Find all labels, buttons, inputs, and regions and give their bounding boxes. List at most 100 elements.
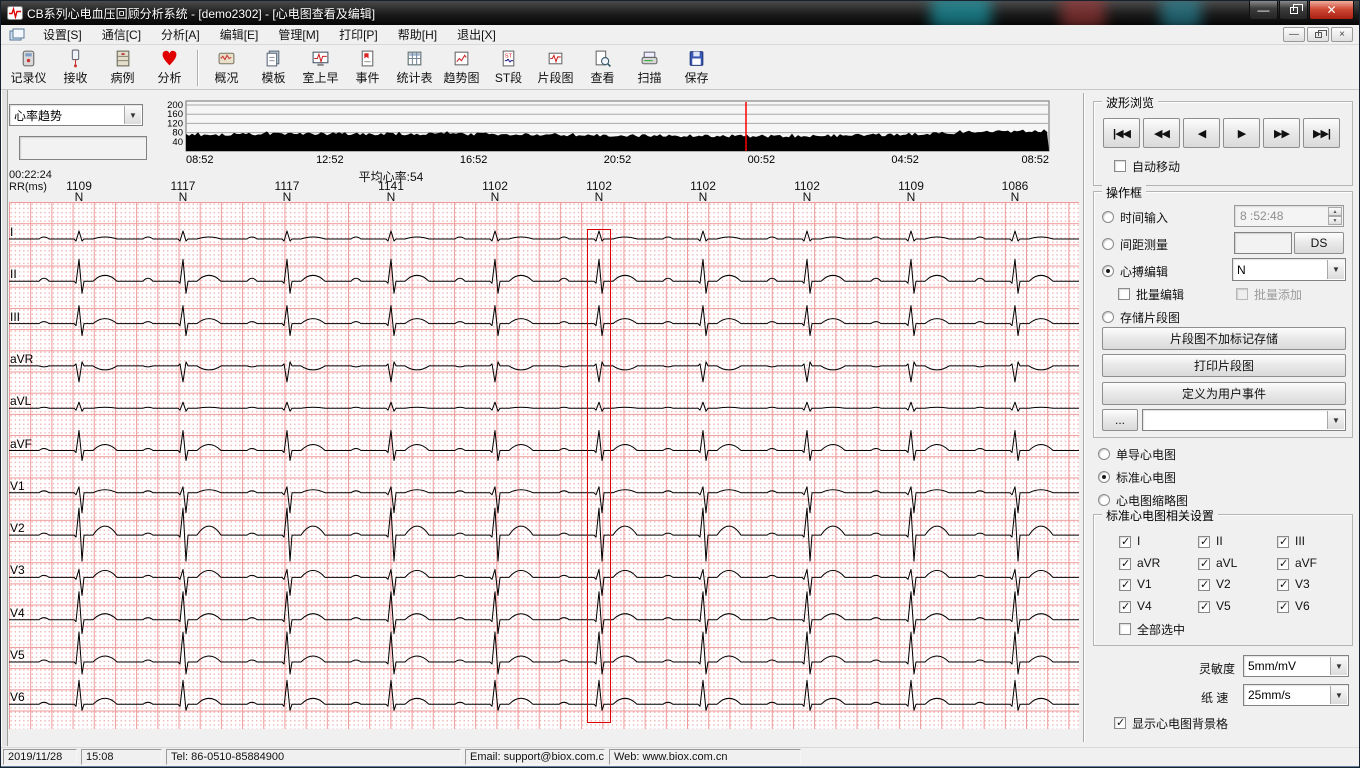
- toolbar-button-扫描[interactable]: 扫描: [626, 48, 673, 88]
- minimize-button[interactable]: —: [1249, 1, 1278, 20]
- chevron-down-icon[interactable]: ▼: [124, 106, 141, 124]
- toolbar-button-片段图[interactable]: 片段图: [532, 48, 579, 88]
- paper-speed-select[interactable]: 25mm/s ▼: [1243, 684, 1349, 706]
- ds-button[interactable]: DS: [1294, 232, 1344, 254]
- menu-item-1[interactable]: 设置[S]: [33, 24, 92, 45]
- chevron-down-icon[interactable]: ▼: [1330, 686, 1347, 704]
- standard-ecg-radio[interactable]: [1098, 471, 1110, 483]
- lead-checkbox-aVL[interactable]: [1198, 558, 1210, 570]
- mdi-close-button[interactable]: ×: [1331, 27, 1353, 42]
- save-segment-nomark-button[interactable]: 片段图不加标记存储: [1102, 327, 1346, 350]
- lead-label-I: I: [10, 225, 13, 239]
- toolbar-button-分析[interactable]: 分析: [146, 48, 193, 88]
- ecg-header: 00:22:24 RR(ms) 平均心率:54 1109N1117N1117N1…: [9, 168, 1079, 202]
- toolbar-label: 接收: [63, 69, 87, 86]
- menu-item-5[interactable]: 管理[M]: [268, 24, 329, 45]
- stats-icon: [405, 49, 424, 68]
- svg-text:08:52: 08:52: [186, 154, 214, 166]
- single-lead-label: 单导心电图: [1116, 446, 1176, 463]
- spin-down-icon[interactable]: ▼: [1328, 216, 1342, 225]
- time-input-radio[interactable]: [1102, 211, 1114, 223]
- save-segment-radio[interactable]: [1102, 311, 1114, 323]
- lead-checkbox-label-I: I: [1137, 534, 1140, 548]
- toolbar-button-查看[interactable]: 查看: [579, 48, 626, 88]
- batch-add-label: 批量添加: [1254, 286, 1302, 303]
- toolbar-button-模板[interactable]: 模板: [250, 48, 297, 88]
- select-all-checkbox[interactable]: [1119, 623, 1131, 635]
- chevron-down-icon[interactable]: ▼: [1327, 411, 1344, 429]
- lead-label-V3: V3: [10, 563, 25, 577]
- trend-type-select[interactable]: 心率趋势 ▼: [9, 104, 143, 126]
- chevron-down-icon[interactable]: ▼: [1330, 657, 1347, 675]
- mdi-restore-icon: [1315, 32, 1322, 38]
- toolbar-button-保存[interactable]: 保存: [673, 48, 720, 88]
- batch-edit-checkbox[interactable]: [1118, 288, 1130, 300]
- chevron-down-icon[interactable]: ▼: [1327, 260, 1344, 279]
- trend-note-box[interactable]: [19, 136, 147, 160]
- lead-checkbox-II[interactable]: [1198, 536, 1210, 548]
- lead-checkbox-aVR[interactable]: [1119, 558, 1131, 570]
- toolbar-button-室上早[interactable]: 室上早: [297, 48, 344, 88]
- spin-up-icon[interactable]: ▲: [1328, 207, 1342, 216]
- left-splitter[interactable]: [1, 90, 8, 746]
- lead-checkbox-V6[interactable]: [1277, 601, 1289, 613]
- user-event-select[interactable]: ▼: [1142, 409, 1346, 431]
- system-menu-icon[interactable]: [9, 28, 25, 42]
- toolbar-button-统计表[interactable]: 统计表: [391, 48, 438, 88]
- lead-checkbox-I[interactable]: [1119, 536, 1131, 548]
- spinner-buttons[interactable]: ▲▼: [1328, 207, 1342, 225]
- define-user-event-button[interactable]: 定义为用户事件: [1102, 382, 1346, 405]
- nav-last-button[interactable]: ▶▶|: [1303, 118, 1340, 148]
- ds-button-label: DS: [1311, 236, 1328, 250]
- ecg-grid[interactable]: IIIIIIaVRaVLaVFV1V2V3V4V5V6: [9, 202, 1079, 729]
- sensitivity-select[interactable]: 5mm/mV ▼: [1243, 655, 1349, 677]
- nav-fast-forward-button[interactable]: ▶▶: [1263, 118, 1300, 148]
- time-input-spinner[interactable]: 8 :52:48 ▲▼: [1234, 205, 1344, 227]
- toolbar-button-趋势图[interactable]: 趋势图: [438, 48, 485, 88]
- toolbar-button-记录仪[interactable]: 记录仪: [5, 48, 52, 88]
- distance-measure-radio[interactable]: [1102, 238, 1114, 250]
- lead-label-aVF: aVF: [10, 437, 32, 451]
- menu-item-7[interactable]: 帮助[H]: [388, 24, 447, 45]
- lead-checkbox-III[interactable]: [1277, 536, 1289, 548]
- desktop-blob: [1061, 1, 1105, 25]
- lead-checkbox-V4[interactable]: [1119, 601, 1131, 613]
- restore-button[interactable]: [1279, 1, 1308, 20]
- distance-value-box[interactable]: [1234, 232, 1292, 254]
- show-grid-checkbox[interactable]: [1114, 717, 1126, 729]
- menu-item-4[interactable]: 编辑[E]: [210, 24, 269, 45]
- menu-item-8[interactable]: 退出[X]: [447, 24, 506, 45]
- menu-item-6[interactable]: 打印[P]: [329, 24, 388, 45]
- nav-fast-back-button[interactable]: ◀◀: [1143, 118, 1180, 148]
- lead-checkbox-V2[interactable]: [1198, 579, 1210, 591]
- auto-move-checkbox[interactable]: [1114, 160, 1126, 172]
- more-button[interactable]: ...: [1102, 409, 1138, 431]
- print-segment-button[interactable]: 打印片段图: [1102, 354, 1346, 377]
- selected-beat-box[interactable]: [587, 229, 611, 723]
- toolbar-button-病例[interactable]: 病例: [99, 48, 146, 88]
- lead-checkbox-V3[interactable]: [1277, 579, 1289, 591]
- menu-item-3[interactable]: 分析[A]: [151, 24, 210, 45]
- nav-first-button[interactable]: |◀◀: [1103, 118, 1140, 148]
- nav-forward-button[interactable]: ▶: [1223, 118, 1260, 148]
- lead-checkbox-label-V4: V4: [1137, 599, 1152, 613]
- toolbar-button-ST段[interactable]: STST段: [485, 48, 532, 88]
- beat-type-select[interactable]: N ▼: [1232, 258, 1346, 281]
- close-button[interactable]: ✕: [1309, 1, 1354, 20]
- nav-back-button[interactable]: ◀: [1183, 118, 1220, 148]
- sensitivity-value: 5mm/mV: [1248, 659, 1296, 673]
- toolbar-button-事件[interactable]: 事件: [344, 48, 391, 88]
- beat-edit-radio[interactable]: [1102, 265, 1114, 277]
- lead-checkbox-aVF[interactable]: [1277, 558, 1289, 570]
- toolbar-button-接收[interactable]: 接收: [52, 48, 99, 88]
- lead-checkbox-V1[interactable]: [1119, 579, 1131, 591]
- single-lead-radio[interactable]: [1098, 448, 1110, 460]
- lead-checkbox-label-III: III: [1295, 534, 1305, 548]
- menu-item-2[interactable]: 通信[C]: [92, 24, 151, 45]
- thumbnail-ecg-radio[interactable]: [1098, 494, 1110, 506]
- hr-trend-chart[interactable]: 200160120804008:5212:5216:5220:5200:5204…: [161, 97, 1056, 169]
- mdi-restore-button[interactable]: [1307, 27, 1329, 42]
- lead-checkbox-V5[interactable]: [1198, 601, 1210, 613]
- mdi-minimize-button[interactable]: —: [1283, 27, 1305, 42]
- toolbar-button-概况[interactable]: 概况: [203, 48, 250, 88]
